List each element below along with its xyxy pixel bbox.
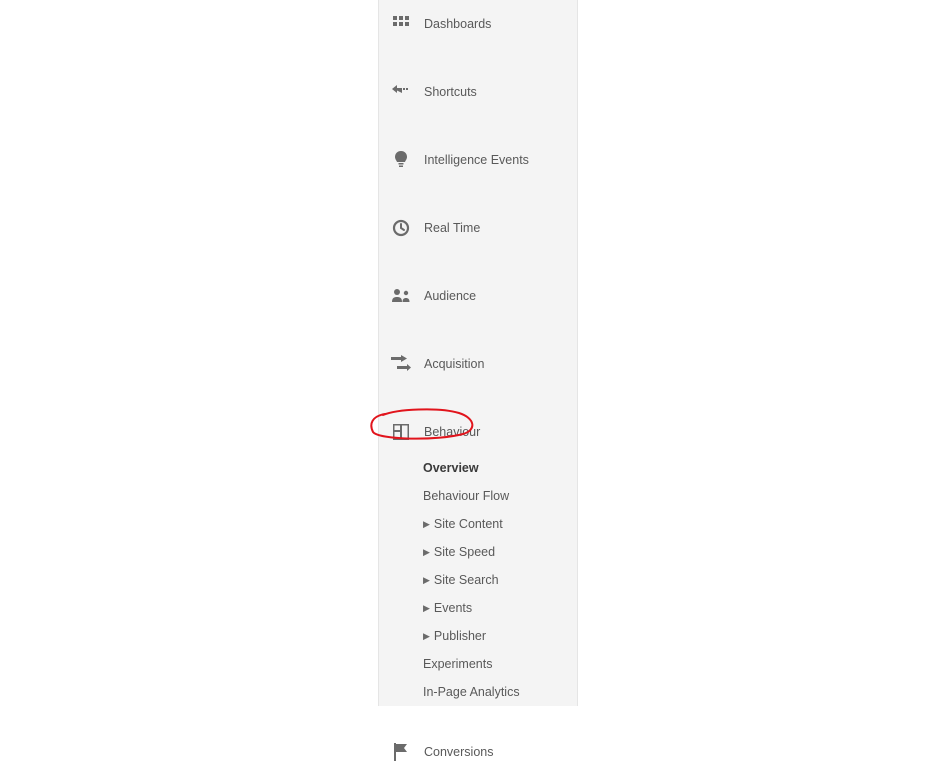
sub-item-label: Behaviour Flow bbox=[423, 489, 509, 503]
sidebar-item-label: Behaviour bbox=[424, 425, 577, 439]
sub-item-events[interactable]: ▶ Events bbox=[423, 594, 577, 622]
sidebar-item-behaviour[interactable]: Behaviour bbox=[379, 414, 577, 450]
sidebar-item-label: Shortcuts bbox=[424, 85, 577, 99]
sidebar: Dashboards Shortcuts Intelligence Events bbox=[378, 0, 578, 706]
sub-item-site-content[interactable]: ▶ Site Content bbox=[423, 510, 577, 538]
shortcuts-icon bbox=[391, 82, 411, 102]
sub-item-experiments[interactable]: Experiments bbox=[423, 650, 577, 678]
sidebar-item-intelligence-events[interactable]: Intelligence Events bbox=[379, 142, 577, 178]
acquisition-icon bbox=[391, 354, 411, 374]
sub-item-label: Site Content bbox=[434, 517, 503, 531]
sub-item-publisher[interactable]: ▶ Publisher bbox=[423, 622, 577, 650]
sidebar-item-dashboards[interactable]: Dashboards bbox=[379, 6, 577, 42]
sub-item-label: Site Search bbox=[434, 573, 499, 587]
audience-icon bbox=[391, 286, 411, 306]
sub-item-behaviour-flow[interactable]: Behaviour Flow bbox=[423, 482, 577, 510]
sidebar-item-label: Audience bbox=[424, 289, 577, 303]
sidebar-item-label: Acquisition bbox=[424, 357, 577, 371]
sub-item-overview[interactable]: Overview bbox=[423, 454, 577, 482]
flag-icon bbox=[391, 742, 411, 762]
behaviour-icon bbox=[391, 422, 411, 442]
sub-item-site-speed[interactable]: ▶ Site Speed bbox=[423, 538, 577, 566]
sidebar-item-label: Conversions bbox=[424, 745, 577, 759]
sidebar-item-acquisition[interactable]: Acquisition bbox=[379, 346, 577, 382]
behaviour-submenu: Overview Behaviour Flow ▶ Site Content ▶… bbox=[379, 454, 577, 706]
sub-item-in-page-analytics[interactable]: In-Page Analytics bbox=[423, 678, 577, 706]
sub-item-label: Experiments bbox=[423, 657, 492, 671]
bulb-icon bbox=[391, 150, 411, 170]
sidebar-item-shortcuts[interactable]: Shortcuts bbox=[379, 74, 577, 110]
sidebar-item-label: Real Time bbox=[424, 221, 577, 235]
sub-item-label: In-Page Analytics bbox=[423, 685, 520, 699]
caret-right-icon: ▶ bbox=[423, 547, 430, 558]
sub-item-label: Publisher bbox=[434, 629, 486, 643]
sub-item-site-search[interactable]: ▶ Site Search bbox=[423, 566, 577, 594]
sidebar-item-audience[interactable]: Audience bbox=[379, 278, 577, 314]
caret-right-icon: ▶ bbox=[423, 603, 430, 614]
sidebar-item-real-time[interactable]: Real Time bbox=[379, 210, 577, 246]
caret-right-icon: ▶ bbox=[423, 631, 430, 642]
sidebar-item-conversions[interactable]: Conversions bbox=[379, 734, 577, 770]
sidebar-item-label: Intelligence Events bbox=[424, 153, 577, 167]
caret-right-icon: ▶ bbox=[423, 519, 430, 530]
sidebar-item-label: Dashboards bbox=[424, 17, 577, 31]
sub-item-label: Site Speed bbox=[434, 545, 495, 559]
caret-right-icon: ▶ bbox=[423, 575, 430, 586]
grid-icon bbox=[391, 14, 411, 34]
clock-icon bbox=[391, 218, 411, 238]
sub-item-label: Overview bbox=[423, 461, 479, 475]
sub-item-label: Events bbox=[434, 601, 472, 615]
